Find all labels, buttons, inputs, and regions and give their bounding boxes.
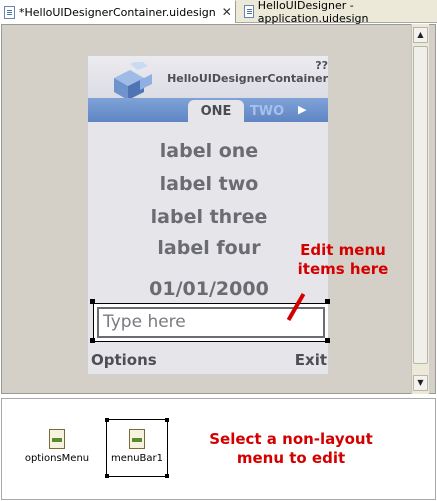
component-label: menuBar1 (110, 453, 164, 464)
screen-header: ??HelloUIDesignerContainer (88, 56, 328, 100)
selection-handle[interactable] (90, 299, 95, 304)
tab-next-arrow-icon[interactable]: ▶ (298, 103, 306, 116)
component-menubar1[interactable]: menuBar1 (105, 418, 169, 478)
editor-tab-strip: *HelloUIDesignerContainer.uidesign ✕ Hel… (0, 0, 437, 25)
screen-tab-bar: ONE TWO ▶ (88, 98, 328, 122)
select-menu-annotation: Select a non-layout menu to edit (209, 430, 373, 467)
label-one[interactable]: label one (88, 140, 328, 162)
screen-tab-one[interactable]: ONE (188, 100, 244, 122)
selection-handle[interactable] (325, 338, 330, 343)
selection-handle[interactable] (90, 338, 95, 343)
label-three[interactable]: label three (88, 206, 328, 228)
close-tab-icon[interactable]: ✕ (222, 5, 232, 19)
selection-handle[interactable] (165, 474, 169, 478)
menu-component-icon (129, 429, 145, 449)
tab-hello-application[interactable]: HelloUIDesigner - application.uidesign (240, 0, 437, 25)
selection-handle[interactable] (165, 418, 169, 422)
tab-label: HelloUIDesigner - application.uidesign (257, 0, 369, 25)
component-options-menu[interactable]: optionsMenu (21, 429, 93, 464)
phone-screen[interactable]: ??HelloUIDesignerContainer ONE TWO ▶ lab… (87, 55, 329, 375)
selection-handle[interactable] (325, 299, 330, 304)
screen-tab-two[interactable]: TWO (246, 100, 288, 122)
softkey-options[interactable]: Options (91, 351, 157, 369)
app-logo-icon (114, 62, 152, 100)
screen-title: ??HelloUIDesignerContainer (167, 59, 328, 85)
component-tray[interactable]: optionsMenu menuBar1 Select a non-layout… (1, 398, 436, 500)
uidesign-file-icon (4, 5, 15, 19)
vertical-scrollbar[interactable]: ▲ ▼ (411, 24, 429, 394)
scroll-down-icon[interactable]: ▼ (413, 375, 428, 391)
text-input[interactable] (103, 312, 303, 332)
menu-component-icon (49, 429, 65, 449)
component-label: optionsMenu (24, 453, 90, 464)
softkey-exit[interactable]: Exit (295, 351, 327, 369)
scroll-up-icon[interactable]: ▲ (413, 27, 428, 43)
selection-handle[interactable] (105, 474, 109, 478)
edit-menu-annotation: Edit menu items here (297, 241, 389, 278)
selection-handle[interactable] (105, 418, 109, 422)
tab-label: *HelloUIDesignerContainer.uidesign (19, 5, 216, 19)
softkey-bar: Options Exit (88, 348, 328, 374)
uidesign-file-icon (244, 5, 254, 18)
label-two[interactable]: label two (88, 173, 328, 195)
scrollbar-thumb[interactable] (413, 46, 428, 364)
tab-hello-container[interactable]: *HelloUIDesignerContainer.uidesign ✕ (0, 0, 236, 23)
date-field[interactable]: 01/01/2000 (88, 278, 328, 300)
